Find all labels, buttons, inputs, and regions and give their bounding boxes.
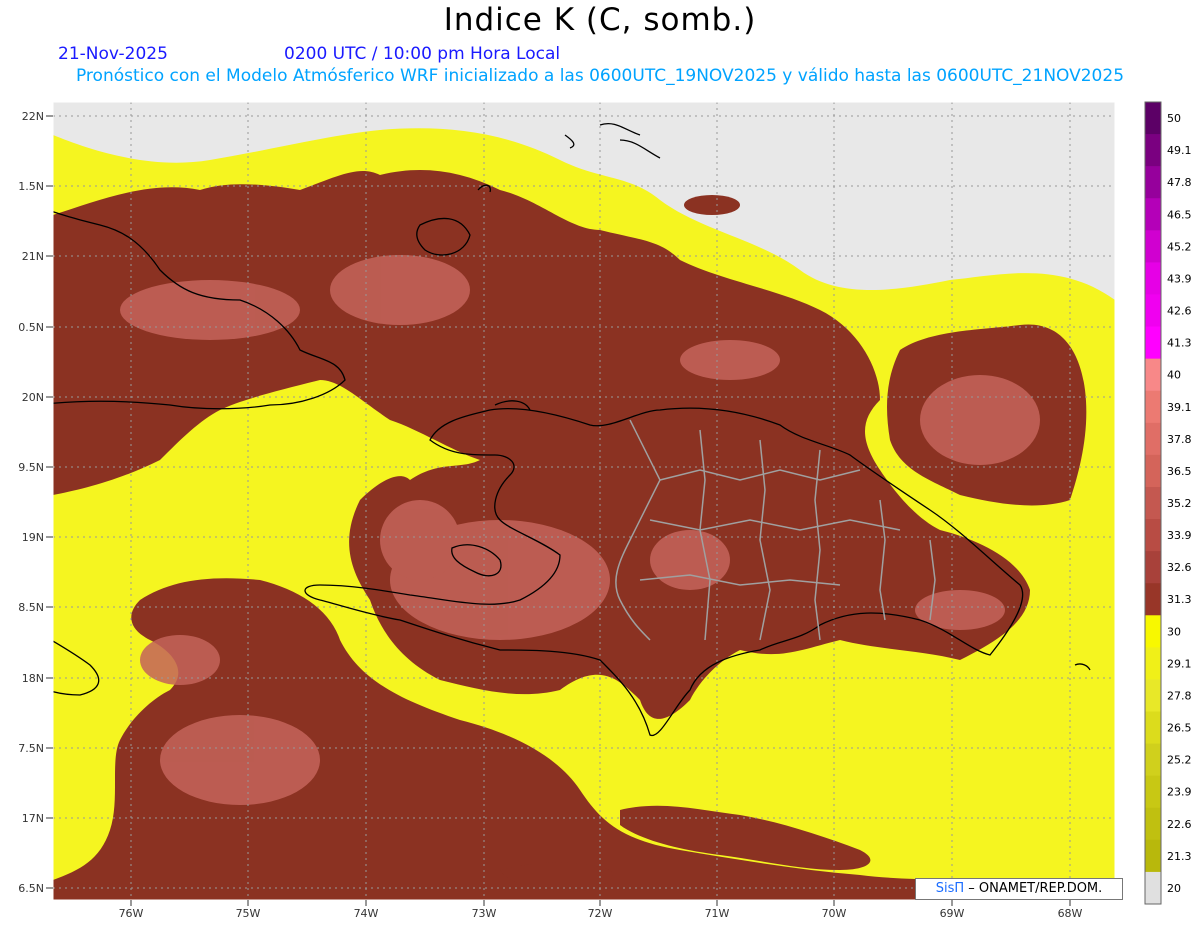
lon-tick-label: 75W (236, 907, 261, 920)
colorbar-label: 47.8 (1167, 176, 1192, 189)
map-plot-area (53, 102, 1115, 900)
colorbar-swatch (1145, 679, 1161, 713)
lat-tick-label: 18N (22, 672, 44, 685)
colorbar-label: 49.1 (1167, 144, 1192, 157)
colorbar-swatch (1145, 519, 1161, 552)
credit-sis: SisΠ (935, 881, 965, 896)
longitude-axis: 76W 75W 74W 73W 72W 71W 70W 69W 68W (119, 900, 1083, 920)
colorbar-swatch (1145, 839, 1161, 873)
colorbar-swatch (1145, 134, 1161, 167)
colorbar: 50 49.1 47.8 46.5 45.2 43.9 42.6 41.3 40 39.1 37.8… (1144, 101, 1192, 905)
small-island-blob (684, 195, 740, 215)
colorbar-label: 20 (1167, 882, 1181, 895)
lon-tick-label: 73W (472, 907, 497, 920)
colorbar-swatch (1145, 326, 1161, 360)
colorbar-label: 25.2 (1167, 754, 1192, 767)
colorbar-swatch (1145, 422, 1161, 456)
credit-onamet: – ONAMET/REP.DOM. (968, 881, 1103, 896)
colorbar-swatch (1145, 615, 1161, 648)
colorbar-label: 45.2 (1167, 240, 1192, 253)
colorbar-label: 29.1 (1167, 657, 1192, 670)
colorbar-swatch (1145, 775, 1161, 809)
lat-tick-label: 9.5N (18, 461, 44, 474)
lat-tick-label: 20N (22, 391, 44, 404)
credit-box: SisΠ – ONAMET/REP.DOM. (915, 878, 1123, 900)
colorbar-swatch (1145, 871, 1161, 905)
lon-tick-label: 74W (354, 907, 379, 920)
colorbar-swatch (1145, 390, 1161, 424)
colorbar-swatch (1145, 711, 1161, 745)
colorbar-label: 43.9 (1167, 272, 1192, 285)
colorbar-swatch (1145, 262, 1161, 295)
colorbar-label: 50 (1167, 112, 1181, 125)
colorbar-swatch (1145, 102, 1161, 135)
colorbar-label: 26.5 (1167, 722, 1192, 735)
colorbar-swatch (1145, 807, 1161, 841)
colorbar-label: 31.3 (1167, 593, 1192, 606)
lon-tick-label: 72W (588, 907, 613, 920)
colorbar-label: 23.9 (1167, 786, 1192, 799)
colorbar-label: 40 (1167, 369, 1181, 382)
lon-tick-label: 68W (1058, 907, 1083, 920)
colorbar-swatch (1145, 583, 1161, 616)
colorbar-label: 46.5 (1167, 208, 1192, 221)
lat-tick-label: 0.5N (18, 321, 44, 334)
colorbar-label: 35.2 (1167, 497, 1192, 510)
k-index-map: 22N 1.5N 21N 0.5N 20N 9.5N 19N 8.5N 18N 7.5N 17N 6.… (18, 101, 1192, 920)
lat-tick-label: 7.5N (18, 742, 44, 755)
colorbar-label: 30 (1167, 625, 1181, 638)
colorbar-swatch (1145, 551, 1161, 584)
lat-tick-label: 17N (22, 812, 44, 825)
colorbar-swatch (1145, 647, 1161, 680)
latitude-axis: 22N 1.5N 21N 0.5N 20N 9.5N 19N 8.5N 18N 7.5N 17N 6.… (18, 110, 53, 895)
colorbar-swatch (1145, 166, 1161, 199)
lon-tick-label: 71W (705, 907, 730, 920)
colorbar-label: 39.1 (1167, 401, 1192, 414)
lat-tick-label: 1.5N (18, 180, 44, 193)
colorbar-swatch (1145, 743, 1161, 777)
lat-tick-label: 8.5N (18, 601, 44, 614)
colorbar-label: 22.6 (1167, 818, 1192, 831)
colorbar-label: 32.6 (1167, 561, 1192, 574)
colorbar-label: 36.5 (1167, 465, 1192, 478)
colorbar-swatch (1145, 358, 1161, 392)
colorbar-swatch (1145, 454, 1161, 488)
lat-tick-label: 6.5N (18, 882, 44, 895)
colorbar-swatch (1145, 198, 1161, 231)
colorbar-label: 41.3 (1167, 337, 1192, 350)
lon-tick-label: 69W (940, 907, 965, 920)
lat-tick-label: 21N (22, 250, 44, 263)
colorbar-label: 37.8 (1167, 433, 1192, 446)
colorbar-swatch (1145, 294, 1161, 328)
colorbar-label: 27.8 (1167, 689, 1192, 702)
colorbar-label: 42.6 (1167, 305, 1192, 318)
colorbar-swatch (1145, 230, 1161, 263)
colorbar-label: 21.3 (1167, 850, 1192, 863)
lat-tick-label: 22N (22, 110, 44, 123)
lat-tick-label: 19N (22, 531, 44, 544)
colorbar-label: 33.9 (1167, 529, 1192, 542)
lon-tick-label: 76W (119, 907, 144, 920)
lon-tick-label: 70W (822, 907, 847, 920)
colorbar-swatch (1145, 486, 1161, 520)
